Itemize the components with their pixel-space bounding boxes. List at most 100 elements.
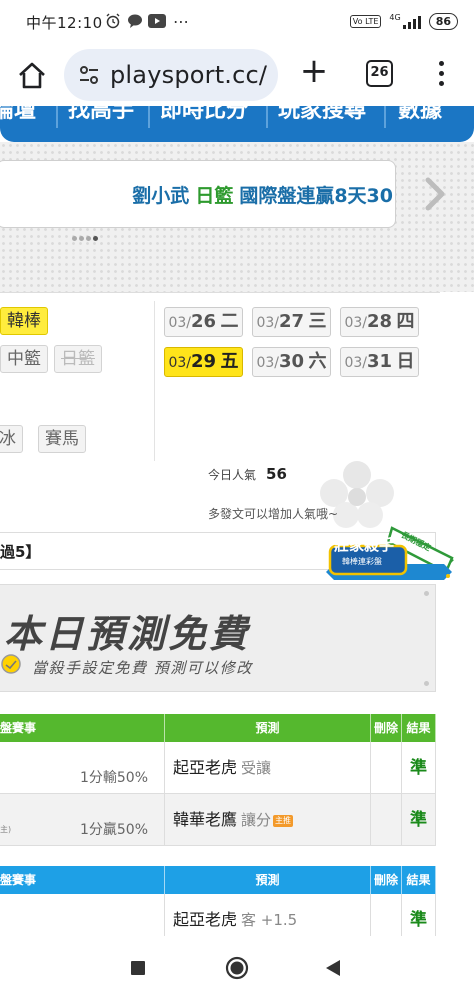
decor-dot <box>424 681 429 686</box>
col-prediction: 預測 <box>165 714 371 742</box>
nav-item-find-expert[interactable]: 找高手 <box>68 106 134 123</box>
nav-separator <box>266 106 268 128</box>
table-row: 起亞老虎客 +1.5 準 <box>0 894 436 936</box>
site-nav: 論壇 找高手 即時比分 玩家搜尋 數據 <box>0 106 474 142</box>
date-button[interactable]: 03/27 三 <box>252 307 331 337</box>
col-result: 結果 <box>402 714 436 742</box>
promo-banner[interactable]: 劉小武 日籃 國際盤連贏8天30 <box>0 160 396 228</box>
more-notifications-icon: ⋯ <box>173 11 189 31</box>
chevron-right-icon[interactable] <box>420 176 450 212</box>
network-type: 4G <box>389 13 401 22</box>
nav-item-data[interactable]: 數據 <box>398 106 442 123</box>
carousel-dot[interactable] <box>79 236 84 241</box>
col-delete: 刪除 <box>371 714 402 742</box>
odds-text: 1分輸50% <box>79 770 148 786</box>
promo-title: 本日預測免費 <box>4 611 251 656</box>
url-text[interactable]: playsport.cc/ <box>110 61 267 89</box>
home-nav-icon[interactable] <box>225 956 249 980</box>
popularity-count: 今日人氣 56 <box>208 465 287 483</box>
free-prediction-banner: 本日預測免費 當殺手設定免費 預測可以修改 <box>0 584 436 692</box>
chat-icon <box>126 12 144 30</box>
banner-expert-name: 劉小武 <box>132 184 190 207</box>
prediction-cell: 韓華老鷹 讓分 主推 <box>165 794 371 845</box>
system-nav-bar <box>0 936 474 1000</box>
system-indicators: Vo LTE 4G 86 <box>349 13 458 30</box>
post-hint: 多發文可以增加人氣哦~ <box>208 507 339 521</box>
main-pick-tag: 主推 <box>273 814 294 827</box>
nav-item-player-search[interactable]: 玩家搜尋 <box>278 106 366 123</box>
alarm-icon <box>104 12 122 30</box>
market-text: 受讓 <box>241 759 272 777</box>
sport-korea-baseball[interactable]: 韓棒 <box>0 307 48 335</box>
date-button-selected[interactable]: 03/29 五 <box>164 347 243 377</box>
web-page: 論壇 找高手 即時比分 玩家搜尋 數據 劉小武 日籃 國際盤連贏8天30 韓棒 … <box>0 106 474 936</box>
prediction-cell: 起亞老虎客 +1.5 <box>165 894 371 936</box>
result-cell: 準 <box>402 794 436 845</box>
nav-separator <box>384 106 386 128</box>
recents-icon[interactable] <box>130 960 146 976</box>
date-button[interactable]: 03/31 日 <box>340 347 419 377</box>
banner-text: 國際盤連贏8天30 <box>239 184 393 207</box>
flower-decoration-icon <box>320 461 394 528</box>
nav-item-live-score[interactable]: 即時比分 <box>160 106 248 123</box>
col-result: 結果 <box>402 866 436 894</box>
result-cell: 準 <box>402 894 436 936</box>
site-settings-icon[interactable] <box>78 64 100 86</box>
popularity-value: 56 <box>266 465 287 483</box>
team-name: 韓華老鷹 <box>173 810 238 829</box>
decor-dot <box>424 591 429 596</box>
home-note: 主) <box>0 825 12 834</box>
prediction-table: 盤賽事 預測 刪除 結果 起亞老虎客 +1.5 準 <box>0 866 436 936</box>
badge-main: 莊家殺手 <box>334 536 395 554</box>
date-button[interactable]: 03/26 二 <box>164 307 243 337</box>
sport-japan-basketball[interactable]: 日籃 <box>54 345 102 373</box>
tab-switcher-button[interactable]: 26 <box>366 60 393 87</box>
col-delete: 刪除 <box>371 866 402 894</box>
match-cell <box>0 894 165 936</box>
date-button[interactable]: 03/28 四 <box>340 307 419 337</box>
clock: 中午12:10 <box>26 14 103 32</box>
nav-item-forum[interactable]: 論壇 <box>0 106 36 123</box>
promo-subtitle: 當殺手設定免費 預測可以修改 <box>32 659 253 677</box>
browser-toolbar: playsport.cc/ + 26 <box>0 44 474 106</box>
table-header: 盤賽事 預測 刪除 結果 <box>0 714 436 742</box>
volte-icon: Vo LTE <box>349 15 382 28</box>
new-tab-button[interactable]: + <box>298 54 330 88</box>
match-cell: 1分輸50% <box>0 742 165 793</box>
coin-icon <box>1 654 21 674</box>
sport-ice-hockey[interactable]: 冰 <box>0 425 23 453</box>
match-cell: 主) 1分贏50% <box>0 794 165 845</box>
team-name: 起亞老虎 <box>173 910 238 929</box>
carousel-dot[interactable] <box>86 236 91 241</box>
divider <box>154 301 155 461</box>
signal-icon <box>402 15 421 29</box>
carousel-dot[interactable] <box>72 236 77 241</box>
home-icon[interactable] <box>14 58 50 94</box>
popularity-label: 今日人氣 <box>208 468 257 482</box>
team-name: 起亞老虎 <box>173 758 238 777</box>
market-text: 客 +1.5 <box>241 911 298 929</box>
nav-separator <box>56 106 58 128</box>
delete-cell[interactable] <box>371 894 402 936</box>
sport-china-basketball[interactable]: 中籃 <box>0 345 48 373</box>
delete-cell[interactable] <box>371 794 402 845</box>
address-bar[interactable]: playsport.cc/ <box>64 49 278 101</box>
table-row: 主) 1分贏50% 韓華老鷹 讓分 主推 準 <box>0 794 436 846</box>
sport-horse-racing[interactable]: 賽馬 <box>38 425 86 453</box>
col-prediction: 預測 <box>165 866 371 894</box>
status-bar: 中午12:10 ⋯ Vo LTE 4G 86 <box>0 0 474 44</box>
col-match: 盤賽事 <box>0 866 165 894</box>
prediction-cell: 起亞老虎 受讓 <box>165 742 371 793</box>
menu-icon[interactable] <box>432 58 450 92</box>
badge-sub: 韓棒連彩盤 <box>342 557 382 566</box>
date-button[interactable]: 03/30 六 <box>252 347 331 377</box>
back-icon[interactable] <box>324 959 342 977</box>
market-text: 讓分 <box>241 811 272 829</box>
filter-panel: 韓棒 中籃 日籃 冰 賽馬 03/26 二 03/27 三 03/28 四 03… <box>0 292 440 532</box>
youtube-icon <box>148 12 166 30</box>
odds-text: 1分贏50% <box>79 822 148 838</box>
carousel-dot-active[interactable] <box>93 236 98 241</box>
table-header: 盤賽事 預測 刪除 結果 <box>0 866 436 894</box>
table-row: 1分輸50% 起亞老虎 受讓 準 <box>0 742 436 794</box>
delete-cell[interactable] <box>371 742 402 793</box>
